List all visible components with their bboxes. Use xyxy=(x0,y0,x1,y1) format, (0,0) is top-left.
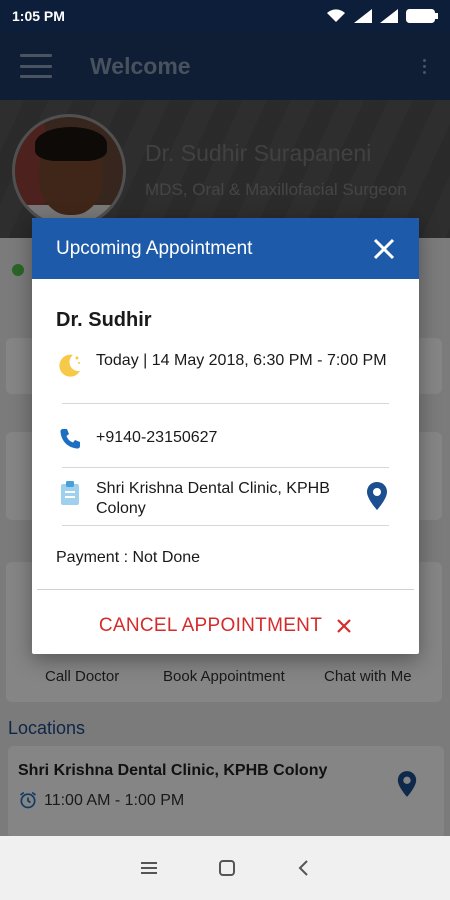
divider xyxy=(62,467,389,468)
moon-icon xyxy=(59,354,80,377)
appointment-clinic: Shri Krishna Dental Clinic, KPHB Colony xyxy=(96,480,330,517)
cancel-appointment-button[interactable]: CANCEL APPOINTMENT xyxy=(32,615,419,637)
back-icon[interactable] xyxy=(296,859,310,877)
close-icon[interactable] xyxy=(373,238,395,260)
signal-icon-2 xyxy=(380,9,398,23)
phone-icon xyxy=(60,429,80,449)
appointment-datetime: Today | 14 May 2018, 6:30 PM - 7:00 PM xyxy=(96,352,387,369)
close-icon xyxy=(337,619,351,633)
signal-icon xyxy=(354,9,372,23)
dialog-header: Upcoming Appointment xyxy=(32,218,419,279)
cancel-appointment-label: CANCEL APPOINTMENT xyxy=(98,615,323,636)
appointment-clinic-row: Shri Krishna Dental Clinic, KPHB Colony xyxy=(56,479,389,519)
system-nav-bar xyxy=(0,836,450,900)
status-time: 1:05 PM xyxy=(12,8,65,24)
dialog-title: Upcoming Appointment xyxy=(56,237,253,259)
recent-apps-icon[interactable] xyxy=(140,860,158,876)
payment-status: Payment : Not Done xyxy=(56,549,201,566)
map-pin-icon[interactable] xyxy=(365,481,389,511)
wifi-icon xyxy=(327,9,345,22)
divider xyxy=(62,525,389,526)
status-icons xyxy=(326,9,438,23)
appointment-datetime-row: Today | 14 May 2018, 6:30 PM - 7:00 PM xyxy=(56,351,389,379)
status-bar: 1:05 PM xyxy=(0,0,450,32)
appointment-phone: +9140-23150627 xyxy=(96,429,218,446)
battery-icon xyxy=(406,9,438,23)
upcoming-appointment-dialog: Upcoming Appointment Dr. Sudhir Today | … xyxy=(32,218,419,654)
divider xyxy=(62,403,389,404)
appointment-doctor: Dr. Sudhir xyxy=(56,309,152,331)
appointment-phone-row[interactable]: +9140-23150627 xyxy=(56,425,389,453)
divider xyxy=(37,589,414,590)
home-icon[interactable] xyxy=(218,859,236,877)
clipboard-icon xyxy=(61,481,79,505)
